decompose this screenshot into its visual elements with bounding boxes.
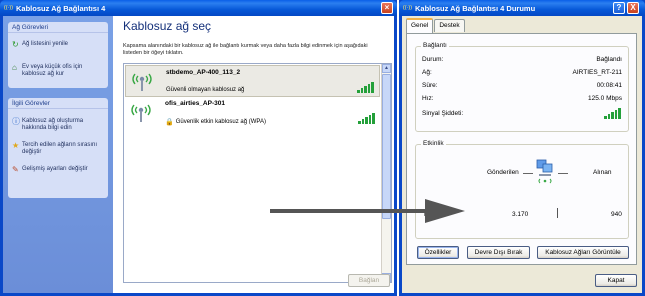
sent-label: Gönderilen [487,169,519,176]
refresh-network-list-link[interactable]: ↻ Ağ listesini yenile [8,38,108,49]
network-value: AIRTIES_RT-211 [572,69,623,76]
connect-button[interactable]: Bağlan [348,274,390,287]
speed-row: Hız: 125.0 Mbps [422,95,622,102]
scrollbar-thumb[interactable] [382,74,391,219]
activity-group: Etkinlik Gönderilen Alınan Bayt: 3.170 9… [415,140,629,239]
setup-home-network-label: Ev veya küçük ofis için kablosuz ağ kur [22,64,83,77]
network-security: Güvenli olmayan kablosuz ağ [166,87,244,93]
network-security: 🔒 Güvenlik etkin kablosuz ağ (WPA) [165,118,266,126]
connection-group-label: Bağlantı [421,42,449,49]
lock-icon: 🔒 [165,119,174,126]
bytes-sent-value: 3.170 [512,211,529,218]
signal-strength-icon [604,107,622,119]
secured-network-label: Güvenlik etkin kablosuz ağ (WPA) [175,119,266,125]
network-ssid: stbdemo_AP-400_113_2 [166,69,241,76]
close-dialog-button[interactable]: Kapat [595,274,637,287]
wireless-antenna-icon [131,104,151,122]
status-label: Durum: [422,56,444,63]
tab-bar: Genel Destek [406,18,466,33]
bytes-received-value: 940 [611,211,622,218]
speed-value: 125.0 Mbps [588,95,622,102]
signal-strength-icon [358,112,376,124]
wireless-network-icon: ((·)) [402,5,413,11]
right-window-title: Kablosuz Ağ Bağlantısı 4 Durumu [415,3,536,13]
network-row: Ağ: AIRTIES_RT-211 [422,69,622,76]
close-button[interactable]: X [627,2,639,14]
bytes-label: Bayt: [424,211,439,218]
wireless-network-icon: ((·)) [3,5,14,11]
refresh-icon: ↻ [12,40,19,49]
signal-row: Sinyal Şiddeti: [422,110,622,117]
network-activity-icon [536,159,553,184]
network-label: Ağ: [422,69,432,76]
view-wireless-networks-button[interactable]: Kablosuz Ağları Görüntüle [537,246,629,259]
unsecured-network-label: Güvenli olmayan kablosuz ağ [166,87,245,93]
connection-status-window: ((·)) Kablosuz Ağ Bağlantısı 4 Durumu ? … [399,0,645,296]
properties-button[interactable]: Özellikler [417,246,459,259]
learn-wireless-link[interactable]: ⓘ Kablosuz ağ oluşturma hakkında bilgi e… [8,115,108,132]
disable-button[interactable]: Devre Dışı Bırak [467,246,530,259]
left-window-titlebar[interactable]: ((·)) Kablosuz Ağ Bağlantısı 4 × [0,0,397,16]
info-icon: ⓘ [12,117,20,126]
change-preferred-order-link[interactable]: ★ Tercih edilen ağların sırasını değişti… [8,139,108,156]
network-ssid: ofis_airties_AP-301 [165,100,225,107]
received-label: Alınan [593,169,612,176]
setup-home-network-link[interactable]: ⌂ Ev veya küçük ofis için kablosuz ağ ku… [8,61,108,78]
page-title: Kablosuz ağ seç [123,19,212,33]
tab-support[interactable]: Destek [434,19,465,32]
status-value: Bağlandı [596,56,622,63]
main-pane: Kablosuz ağ seç Kapsama alanındaki bir k… [113,16,394,293]
left-window-title: Kablosuz Ağ Bağlantısı 4 [16,3,106,13]
advanced-settings-link[interactable]: ✎ Gelişmiş ayarları değiştir [8,163,108,174]
scroll-up-arrow-icon[interactable]: ▲ [382,64,391,73]
tab-general[interactable]: Genel [406,18,434,33]
settings-icon: ✎ [12,165,19,174]
page-description: Kapsama alanındaki bir kablosuz ağ ile b… [123,43,368,56]
network-list-scrollbar[interactable]: ▲ ▼ [381,64,391,282]
status-row: Durum: Bağlandı [422,56,622,63]
network-list-item[interactable]: stbdemo_AP-400_113_2 Güvenli olmayan kab… [125,65,380,97]
duration-row: Süre: 00:08:41 [422,82,622,89]
sent-line [523,173,533,174]
task-pane: Ağ Görevleri ↻ Ağ listesini yenile ⌂ Ev … [3,16,113,293]
connection-group: Bağlantı Durum: Bağlandı Ağ: AIRTIES_RT-… [415,42,629,132]
home-network-icon: ⌂ [12,63,17,72]
related-tasks-box: İlgili Görevler ⓘ Kablosuz ağ oluşturma … [8,98,108,198]
received-line [558,173,568,174]
wireless-antenna-icon [132,73,152,91]
activity-group-label: Etkinlik [421,140,446,147]
related-tasks-header: İlgili Görevler [8,98,108,109]
star-icon: ★ [12,141,20,150]
signal-strength-icon [357,81,375,93]
help-button[interactable]: ? [613,2,625,14]
close-button[interactable]: × [381,2,393,14]
right-window-titlebar[interactable]: ((·)) Kablosuz Ağ Bağlantısı 4 Durumu ? … [399,0,645,16]
speed-label: Hız: [422,95,434,102]
wireless-network-window: ((·)) Kablosuz Ağ Bağlantısı 4 × Ağ Göre… [0,0,397,296]
advanced-settings-label: Gelişmiş ayarları değiştir [22,166,88,172]
general-tab-panel: Bağlantı Durum: Bağlandı Ağ: AIRTIES_RT-… [406,33,637,265]
duration-value: 00:08:41 [596,82,622,89]
network-tasks-header: Ağ Görevleri [8,22,108,33]
change-preferred-order-label: Tercih edilen ağların sırasını değiştir [22,142,98,155]
network-list-item[interactable]: ofis_airties_AP-301 🔒 Güvenlik etkin kab… [125,97,380,129]
learn-wireless-label: Kablosuz ağ oluşturma hakkında bilgi edi… [22,118,84,131]
bytes-divider [557,208,558,218]
refresh-network-list-label: Ağ listesini yenile [22,41,69,47]
duration-label: Süre: [422,82,438,89]
network-list: stbdemo_AP-400_113_2 Güvenli olmayan kab… [123,63,392,283]
network-tasks-box: Ağ Görevleri ↻ Ağ listesini yenile ⌂ Ev … [8,22,108,88]
signal-label: Sinyal Şiddeti: [422,110,464,117]
